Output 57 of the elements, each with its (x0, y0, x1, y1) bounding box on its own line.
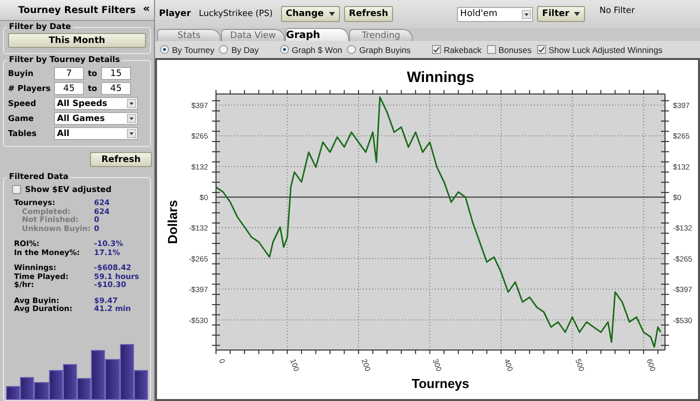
caret-icon (574, 12, 580, 16)
range-to-field[interactable]: 45 (101, 82, 131, 95)
tab[interactable]: Graph (285, 28, 349, 41)
checkbox-label: Rakeback (444, 44, 482, 54)
dropdown-arrow-icon (127, 114, 136, 123)
player-label: Player (159, 9, 191, 19)
chart-title: Winnings (406, 69, 474, 86)
dropdown-arrow-icon (127, 99, 136, 108)
dropdown[interactable]: All Speeds (54, 97, 138, 110)
checkbox-label: Show $EV adjusted (25, 185, 112, 194)
radio-button[interactable] (347, 45, 356, 54)
filter-label: Tables (8, 129, 38, 138)
range-from-field[interactable]: 7 (54, 67, 84, 80)
checkbox[interactable] (12, 185, 21, 194)
group-legend: Filter by Date (7, 22, 73, 32)
tab[interactable]: Data View (221, 29, 285, 41)
date-range-button[interactable]: This Month (8, 33, 146, 48)
checkbox[interactable] (536, 45, 546, 54)
filter-label: Buyin (8, 69, 34, 78)
group-legend: Filtered Data (7, 172, 70, 182)
tab[interactable]: Stats (157, 29, 221, 41)
caret-icon (328, 12, 335, 16)
filter-button[interactable]: Filter (537, 6, 586, 22)
range-to-field[interactable]: 15 (101, 67, 131, 80)
group-legend: Filter by Tourney Details (7, 55, 122, 65)
sidebar-title: Tourney Result Filters (18, 4, 136, 16)
checkbox[interactable] (432, 45, 441, 54)
checkbox-label: Show Luck Adjusted Winnings (548, 44, 662, 54)
dropdown-arrow-icon (522, 10, 532, 18)
dropdown-arrow-icon (127, 129, 136, 138)
dropdown[interactable]: All Games (54, 112, 138, 125)
tab[interactable]: Trending (349, 29, 413, 41)
y-axis-title: Dollars (165, 200, 180, 244)
checkbox[interactable] (486, 45, 496, 54)
refresh-button[interactable]: Refresh (90, 152, 152, 167)
filter-label: Speed (8, 99, 38, 108)
dropdown[interactable]: All (54, 127, 138, 140)
range-from-field[interactable]: 45 (54, 82, 84, 95)
radio-label: Graph Buyins (359, 44, 411, 54)
radio-label: Graph $ Won (292, 44, 342, 54)
change-button[interactable]: Change (280, 6, 340, 22)
radio-label: By Tourney (172, 44, 214, 54)
filter-label: # Players (8, 84, 52, 93)
range-joiner: to (86, 69, 98, 78)
radio-button[interactable] (280, 45, 289, 54)
filter-label: Game (8, 114, 35, 123)
range-joiner: to (86, 84, 98, 93)
player-name: LuckyStrikee (PS) (198, 9, 273, 19)
x-axis-title: Tourneys (412, 376, 470, 391)
game-dropdown[interactable]: Hold'em (457, 6, 534, 22)
checkbox-label: Bonuses (498, 44, 532, 54)
radio-button[interactable] (160, 45, 169, 54)
radio-label: By Day (231, 44, 259, 54)
filter-status: No Filter (599, 6, 635, 16)
collapse-button[interactable]: « (142, 3, 150, 15)
refresh-button[interactable]: Refresh (344, 6, 394, 22)
radio-button[interactable] (219, 45, 228, 54)
